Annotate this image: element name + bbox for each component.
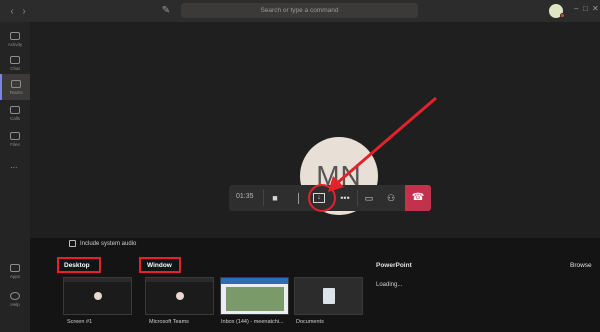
status-badge xyxy=(560,13,565,18)
document-icon xyxy=(323,288,335,304)
maximize-icon[interactable]: □ xyxy=(583,4,588,13)
bell-icon xyxy=(10,31,20,40)
share-screen-icon[interactable]: ↓ xyxy=(313,193,325,203)
thumb-avatar xyxy=(176,292,184,300)
call-controls: 01:35 ■ │ ↓ ••• ▭ ⚇ ☎ xyxy=(229,185,431,211)
loading-text: Loading... xyxy=(376,282,403,288)
thumbnail-caption: Inbox (144) - meenatchi... xyxy=(221,319,284,325)
desktop-label: Desktop xyxy=(64,262,90,269)
inbox-window-thumbnail[interactable] xyxy=(220,277,289,315)
rail-item-chat[interactable]: Chat xyxy=(0,50,30,76)
hangup-button[interactable]: ☎ xyxy=(405,185,431,211)
rail-label: Help xyxy=(10,301,20,307)
chevron-left-icon[interactable]: ‹ xyxy=(6,0,18,22)
include-system-audio[interactable]: Include system audio xyxy=(69,240,136,247)
more-apps-icon[interactable]: ... xyxy=(10,160,18,170)
thumb-bar xyxy=(221,278,288,284)
rail-item-activity[interactable]: Activity xyxy=(0,26,30,52)
rail-item-files[interactable]: Files xyxy=(0,126,30,152)
more-options-icon[interactable]: ••• xyxy=(337,190,353,206)
thumbnail-caption: Screen #1 xyxy=(67,319,93,325)
thumbnail-caption: Microsoft Teams xyxy=(149,319,189,325)
documents-window-thumbnail[interactable] xyxy=(294,277,363,315)
screen-thumbnail[interactable] xyxy=(63,277,132,315)
phone-icon xyxy=(10,105,20,114)
call-timer: 01:35 xyxy=(236,193,254,200)
powerpoint-label: PowerPoint xyxy=(376,262,412,269)
title-bar: ‹ › ✎ Search or type a command – □ ✕ xyxy=(0,0,600,22)
camera-icon[interactable]: ■ xyxy=(267,190,283,206)
search-input[interactable]: Search or type a command xyxy=(181,3,418,18)
system-audio-checkbox[interactable] xyxy=(69,240,76,247)
apps-icon xyxy=(10,263,20,272)
rail-label: Calls xyxy=(9,115,20,121)
teams-window: ‹ › ✎ Search or type a command – □ ✕ Act… xyxy=(0,0,600,332)
rail-label: Apps xyxy=(9,273,21,279)
participants-icon[interactable]: ⚇ xyxy=(383,190,399,206)
divider xyxy=(263,190,264,206)
thumb-bar xyxy=(64,278,131,282)
chevron-right-icon[interactable]: › xyxy=(18,0,30,22)
mic-icon[interactable]: │ xyxy=(291,190,307,206)
rail-label: Chat xyxy=(10,65,20,71)
rail-label: Teams xyxy=(9,89,23,95)
files-icon xyxy=(10,131,20,140)
chat-icon[interactable]: ▭ xyxy=(361,190,377,206)
app-rail: Activity Chat Teams Calls Files ... Apps… xyxy=(0,22,30,332)
rail-label: Files xyxy=(10,141,20,147)
teams-icon xyxy=(11,79,21,88)
system-audio-label: Include system audio xyxy=(80,240,137,247)
compose-icon[interactable]: ✎ xyxy=(160,5,172,17)
thumb-content xyxy=(226,287,284,311)
chat-icon xyxy=(10,55,20,64)
thumb-bar xyxy=(146,278,213,282)
help-icon xyxy=(10,291,20,300)
close-icon[interactable]: ✕ xyxy=(592,4,599,13)
rail-item-teams[interactable]: Teams xyxy=(0,74,30,100)
rail-item-calls[interactable]: Calls xyxy=(0,100,30,126)
divider xyxy=(357,190,358,206)
thumb-avatar xyxy=(94,292,102,300)
rail-item-help[interactable]: Help xyxy=(0,286,30,312)
rail-label: Activity xyxy=(7,41,23,47)
thumbnail-caption: Documents xyxy=(296,319,324,325)
window-label: Window xyxy=(147,262,172,269)
minimize-icon[interactable]: – xyxy=(574,4,578,13)
teams-window-thumbnail[interactable] xyxy=(145,277,214,315)
rail-item-apps[interactable]: Apps xyxy=(0,258,30,284)
browse-link[interactable]: Browse xyxy=(570,262,592,269)
